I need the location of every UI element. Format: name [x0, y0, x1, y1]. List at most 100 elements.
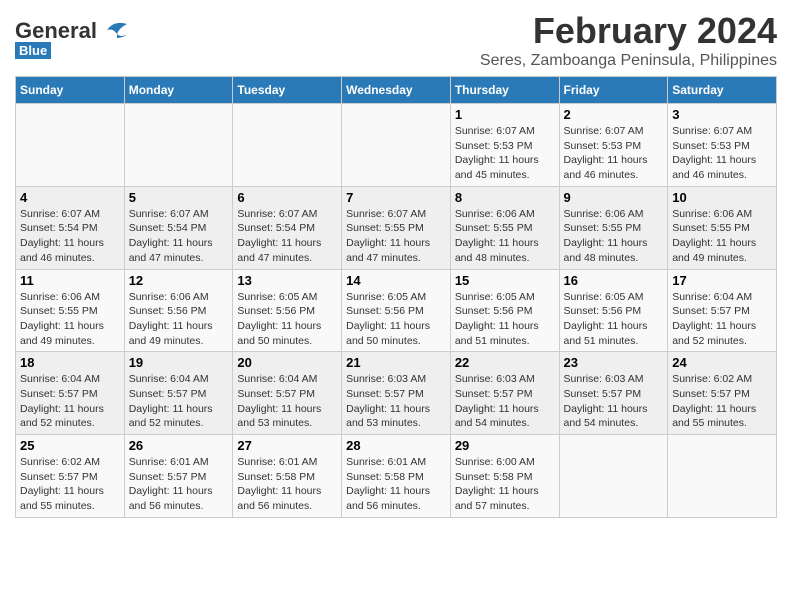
- empty-cell: [559, 435, 668, 518]
- weekday-header-tuesday: Tuesday: [233, 77, 342, 104]
- calendar-day-cell: 22 Sunrise: 6:03 AM Sunset: 5:57 PM Dayli…: [450, 352, 559, 435]
- weekday-header-row: SundayMondayTuesdayWednesdayThursdayFrid…: [16, 77, 777, 104]
- calendar-day-cell: 9 Sunrise: 6:06 AM Sunset: 5:55 PM Daylig…: [559, 186, 668, 269]
- day-number: 25: [20, 438, 120, 453]
- day-info: Sunrise: 6:07 AM Sunset: 5:53 PM Dayligh…: [672, 124, 772, 183]
- logo-bird-icon: [99, 20, 129, 42]
- day-info: Sunrise: 6:06 AM Sunset: 5:56 PM Dayligh…: [129, 290, 229, 349]
- calendar-day-cell: 11 Sunrise: 6:06 AM Sunset: 5:55 PM Dayli…: [16, 269, 125, 352]
- calendar-day-cell: 1Sunrise: 6:07 AM Sunset: 5:53 PM Daylig…: [450, 104, 559, 187]
- day-number: 4: [20, 190, 120, 205]
- empty-cell: [233, 104, 342, 187]
- calendar-day-cell: 29Sunrise: 6:00 AM Sunset: 5:58 PM Dayli…: [450, 435, 559, 518]
- day-number: 9: [564, 190, 664, 205]
- day-info: Sunrise: 6:03 AM Sunset: 5:57 PM Dayligh…: [346, 372, 446, 431]
- calendar-day-cell: 14Sunrise: 6:05 AM Sunset: 5:56 PM Dayli…: [342, 269, 451, 352]
- day-info: Sunrise: 6:05 AM Sunset: 5:56 PM Dayligh…: [455, 290, 555, 349]
- calendar-day-cell: 2Sunrise: 6:07 AM Sunset: 5:53 PM Daylig…: [559, 104, 668, 187]
- calendar-day-cell: 24 Sunrise: 6:02 AM Sunset: 5:57 PM Dayli…: [668, 352, 777, 435]
- calendar-day-cell: 23 Sunrise: 6:03 AM Sunset: 5:57 PM Dayli…: [559, 352, 668, 435]
- day-number: 26: [129, 438, 229, 453]
- day-number: 8: [455, 190, 555, 205]
- calendar-day-cell: 6 Sunrise: 6:07 AM Sunset: 5:54 PM Daylig…: [233, 186, 342, 269]
- day-info: Sunrise: 6:03 AM Sunset: 5:57 PM Dayligh…: [564, 372, 664, 431]
- calendar-day-cell: 3Sunrise: 6:07 AM Sunset: 5:53 PM Daylig…: [668, 104, 777, 187]
- calendar-day-cell: 17 Sunrise: 6:04 AM Sunset: 5:57 PM Dayli…: [668, 269, 777, 352]
- day-info: Sunrise: 6:06 AM Sunset: 5:55 PM Dayligh…: [564, 207, 664, 266]
- day-number: 20: [237, 355, 337, 370]
- day-number: 17: [672, 273, 772, 288]
- day-number: 11: [20, 273, 120, 288]
- calendar-day-cell: 19 Sunrise: 6:04 AM Sunset: 5:57 PM Dayli…: [124, 352, 233, 435]
- calendar-week-row: 4 Sunrise: 6:07 AM Sunset: 5:54 PM Daylig…: [16, 186, 777, 269]
- weekday-header-sunday: Sunday: [16, 77, 125, 104]
- day-number: 10: [672, 190, 772, 205]
- day-info: Sunrise: 6:01 AM Sunset: 5:58 PM Dayligh…: [237, 455, 337, 514]
- day-number: 28: [346, 438, 446, 453]
- title-area: February 2024 Seres, Zamboanga Peninsula…: [480, 10, 777, 70]
- calendar-week-row: 1Sunrise: 6:07 AM Sunset: 5:53 PM Daylig…: [16, 104, 777, 187]
- day-number: 23: [564, 355, 664, 370]
- day-info: Sunrise: 6:07 AM Sunset: 5:54 PM Dayligh…: [20, 207, 120, 266]
- day-info: Sunrise: 6:07 AM Sunset: 5:54 PM Dayligh…: [129, 207, 229, 266]
- calendar-day-cell: 20 Sunrise: 6:04 AM Sunset: 5:57 PM Dayli…: [233, 352, 342, 435]
- calendar-day-cell: 16Sunrise: 6:05 AM Sunset: 5:56 PM Dayli…: [559, 269, 668, 352]
- day-number: 27: [237, 438, 337, 453]
- day-info: Sunrise: 6:03 AM Sunset: 5:57 PM Dayligh…: [455, 372, 555, 431]
- day-info: Sunrise: 6:07 AM Sunset: 5:53 PM Dayligh…: [455, 124, 555, 183]
- empty-cell: [668, 435, 777, 518]
- day-info: Sunrise: 6:01 AM Sunset: 5:58 PM Dayligh…: [346, 455, 446, 514]
- day-info: Sunrise: 6:06 AM Sunset: 5:55 PM Dayligh…: [455, 207, 555, 266]
- calendar-week-row: 11 Sunrise: 6:06 AM Sunset: 5:55 PM Dayli…: [16, 269, 777, 352]
- day-number: 2: [564, 107, 664, 122]
- page-header: General Blue February 2024 Seres, Zamboa…: [15, 10, 777, 70]
- calendar-day-cell: 21 Sunrise: 6:03 AM Sunset: 5:57 PM Dayli…: [342, 352, 451, 435]
- calendar-day-cell: 13 Sunrise: 6:05 AM Sunset: 5:56 PM Dayli…: [233, 269, 342, 352]
- day-info: Sunrise: 6:07 AM Sunset: 5:55 PM Dayligh…: [346, 207, 446, 266]
- day-info: Sunrise: 6:02 AM Sunset: 5:57 PM Dayligh…: [20, 455, 120, 514]
- day-number: 18: [20, 355, 120, 370]
- day-number: 7: [346, 190, 446, 205]
- day-info: Sunrise: 6:04 AM Sunset: 5:57 PM Dayligh…: [672, 290, 772, 349]
- weekday-header-saturday: Saturday: [668, 77, 777, 104]
- day-number: 29: [455, 438, 555, 453]
- day-number: 6: [237, 190, 337, 205]
- weekday-header-thursday: Thursday: [450, 77, 559, 104]
- calendar-week-row: 25 Sunrise: 6:02 AM Sunset: 5:57 PM Dayli…: [16, 435, 777, 518]
- calendar-day-cell: 27 Sunrise: 6:01 AM Sunset: 5:58 PM Dayli…: [233, 435, 342, 518]
- day-info: Sunrise: 6:05 AM Sunset: 5:56 PM Dayligh…: [564, 290, 664, 349]
- weekday-header-friday: Friday: [559, 77, 668, 104]
- calendar-day-cell: 5 Sunrise: 6:07 AM Sunset: 5:54 PM Daylig…: [124, 186, 233, 269]
- day-number: 21: [346, 355, 446, 370]
- page-title: February 2024: [480, 10, 777, 52]
- empty-cell: [124, 104, 233, 187]
- calendar-day-cell: 7 Sunrise: 6:07 AM Sunset: 5:55 PM Daylig…: [342, 186, 451, 269]
- day-info: Sunrise: 6:04 AM Sunset: 5:57 PM Dayligh…: [20, 372, 120, 431]
- day-info: Sunrise: 6:06 AM Sunset: 5:55 PM Dayligh…: [20, 290, 120, 349]
- day-info: Sunrise: 6:07 AM Sunset: 5:54 PM Dayligh…: [237, 207, 337, 266]
- empty-cell: [16, 104, 125, 187]
- day-number: 12: [129, 273, 229, 288]
- logo-text-blue: Blue: [19, 43, 47, 58]
- day-info: Sunrise: 6:01 AM Sunset: 5:57 PM Dayligh…: [129, 455, 229, 514]
- day-number: 22: [455, 355, 555, 370]
- empty-cell: [342, 104, 451, 187]
- day-number: 24: [672, 355, 772, 370]
- day-number: 5: [129, 190, 229, 205]
- day-info: Sunrise: 6:02 AM Sunset: 5:57 PM Dayligh…: [672, 372, 772, 431]
- calendar-day-cell: 26 Sunrise: 6:01 AM Sunset: 5:57 PM Dayli…: [124, 435, 233, 518]
- day-number: 13: [237, 273, 337, 288]
- logo: General Blue: [15, 20, 129, 60]
- calendar-day-cell: 4 Sunrise: 6:07 AM Sunset: 5:54 PM Daylig…: [16, 186, 125, 269]
- day-number: 14: [346, 273, 446, 288]
- calendar-day-cell: 18 Sunrise: 6:04 AM Sunset: 5:57 PM Dayli…: [16, 352, 125, 435]
- day-info: Sunrise: 6:04 AM Sunset: 5:57 PM Dayligh…: [237, 372, 337, 431]
- day-number: 19: [129, 355, 229, 370]
- day-info: Sunrise: 6:04 AM Sunset: 5:57 PM Dayligh…: [129, 372, 229, 431]
- calendar-table: SundayMondayTuesdayWednesdayThursdayFrid…: [15, 76, 777, 518]
- calendar-week-row: 18 Sunrise: 6:04 AM Sunset: 5:57 PM Dayli…: [16, 352, 777, 435]
- day-number: 15: [455, 273, 555, 288]
- calendar-day-cell: 28 Sunrise: 6:01 AM Sunset: 5:58 PM Dayli…: [342, 435, 451, 518]
- weekday-header-monday: Monday: [124, 77, 233, 104]
- day-info: Sunrise: 6:05 AM Sunset: 5:56 PM Dayligh…: [237, 290, 337, 349]
